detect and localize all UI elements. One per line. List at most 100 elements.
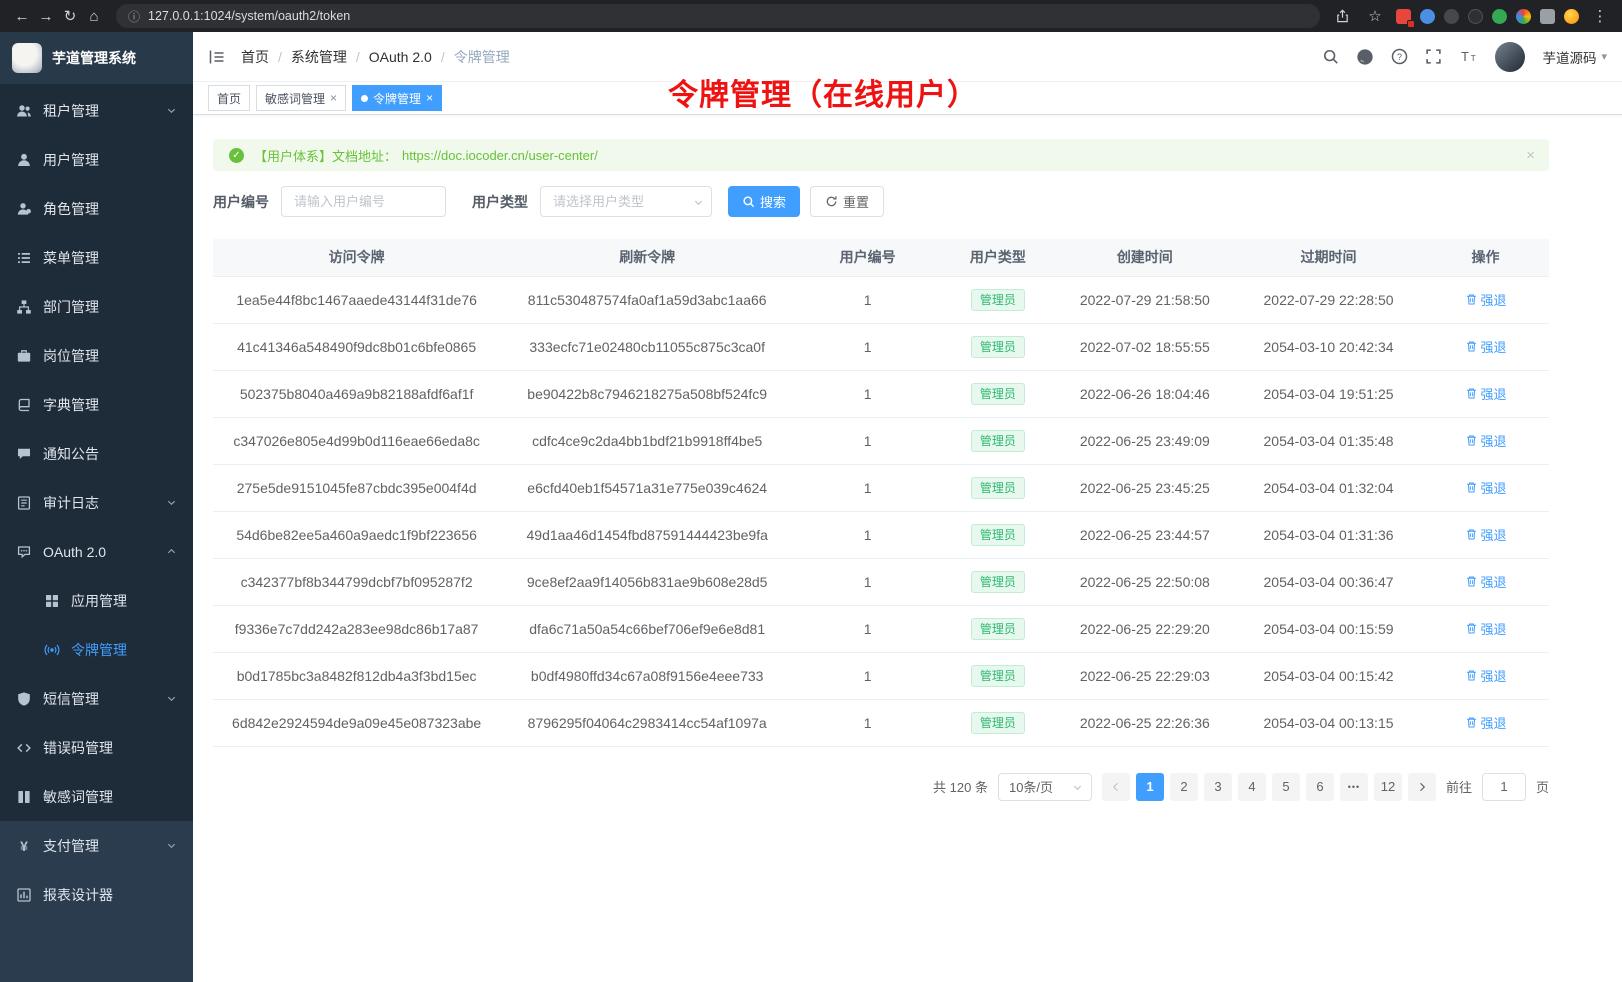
table-row: 275e5de9151045fe87cbdc395e004f4d e6cfd40… (213, 464, 1549, 511)
reset-button[interactable]: 重置 (810, 186, 884, 217)
force-logout-button[interactable]: 强退 (1465, 619, 1507, 638)
sidebar-item-report-designer[interactable]: 报表设计器 (0, 870, 193, 919)
page-content: ✓ 【用户体系】文档地址： https://doc.iocoder.cn/use… (193, 115, 1622, 982)
cell-created-time: 2022-06-25 23:45:25 (1055, 464, 1235, 511)
force-logout-button[interactable]: 强退 (1465, 713, 1507, 732)
page-button-3[interactable]: 3 (1204, 773, 1232, 801)
user-type-badge: 管理员 (971, 524, 1025, 546)
cell-expire-time: 2054-03-04 01:35:48 (1235, 417, 1422, 464)
font-size-icon[interactable]: TT (1459, 48, 1478, 65)
sidebar-item-sms[interactable]: 短信管理 (0, 674, 193, 723)
next-page-button[interactable] (1408, 773, 1436, 801)
sidebar-item-dictionary[interactable]: 字典管理 (0, 380, 193, 429)
cell-user-id: 1 (794, 417, 941, 464)
sidebar-item-sensitive-word[interactable]: 敏感词管理 (0, 772, 193, 821)
page-button-5[interactable]: 5 (1272, 773, 1300, 801)
tab-token-management[interactable]: 令牌管理 × (352, 85, 442, 111)
browser-menu-icon[interactable]: ⋮ (1588, 4, 1612, 28)
close-tab-icon[interactable]: × (426, 92, 433, 104)
sidebar-collapse-icon[interactable] (208, 48, 226, 66)
extension-green-icon[interactable] (1492, 9, 1507, 24)
cell-expire-time: 2054-03-04 01:31:36 (1235, 511, 1422, 558)
cell-created-time: 2022-06-25 22:26:36 (1055, 699, 1235, 746)
home-icon[interactable]: ⌂ (82, 4, 106, 28)
goto-page-input[interactable] (1482, 773, 1526, 801)
breadcrumb-oauth[interactable]: OAuth 2.0 (369, 49, 432, 65)
back-icon[interactable]: ← (10, 4, 34, 28)
breadcrumb-separator: / (356, 49, 360, 65)
browser-profile-avatar[interactable] (1564, 9, 1579, 24)
page-button-6[interactable]: 6 (1306, 773, 1334, 801)
breadcrumb-system[interactable]: 系统管理 (291, 47, 347, 67)
col-actions: 操作 (1422, 239, 1549, 276)
extensions-puzzle-icon[interactable] (1540, 9, 1555, 24)
cell-expire-time: 2054-03-04 00:36:47 (1235, 558, 1422, 605)
github-icon[interactable] (1356, 48, 1374, 66)
site-info-icon[interactable]: ⓘ (128, 8, 140, 25)
page-button-4[interactable]: 4 (1238, 773, 1266, 801)
goto-label: 前往 (1446, 777, 1472, 796)
breadcrumb-home[interactable]: 首页 (241, 47, 269, 67)
page-button-1[interactable]: 1 (1136, 773, 1164, 801)
fullscreen-icon[interactable] (1425, 48, 1442, 65)
extension-colorful-icon[interactable] (1516, 9, 1531, 24)
sidebar-item-audit-log[interactable]: 审计日志 (0, 478, 193, 527)
url-bar[interactable]: ⓘ 127.0.0.1:1024/system/oauth2/token (116, 4, 1320, 28)
user-type-select[interactable] (540, 186, 712, 217)
sidebar-item-post[interactable]: 岗位管理 (0, 331, 193, 380)
force-logout-button[interactable]: 强退 (1465, 384, 1507, 403)
app-logo[interactable]: 芋道管理系统 (0, 32, 193, 84)
sidebar-item-menu[interactable]: 菜单管理 (0, 233, 193, 282)
navbar-tools: ? TT 芋道源码 ▾ (1322, 42, 1607, 72)
user-avatar[interactable] (1495, 42, 1525, 72)
token-table: 访问令牌 刷新令牌 用户编号 用户类型 创建时间 过期时间 操作 1ea5 (213, 239, 1549, 747)
force-logout-button[interactable]: 强退 (1465, 572, 1507, 591)
sidebar-item-announcement[interactable]: 通知公告 (0, 429, 193, 478)
bookmark-star-icon[interactable]: ☆ (1363, 4, 1387, 28)
sidebar-item-tenant[interactable]: 租户管理 (0, 86, 193, 135)
doc-link[interactable]: https://doc.iocoder.cn/user-center/ (402, 148, 598, 163)
forward-icon[interactable]: → (34, 4, 58, 28)
force-logout-button[interactable]: 强退 (1465, 337, 1507, 356)
delete-icon (1465, 575, 1478, 588)
sidebar-item-error-code[interactable]: 错误码管理 (0, 723, 193, 772)
page-size-select[interactable]: 10条/页 (998, 773, 1092, 801)
sidebar-item-department[interactable]: 部门管理 (0, 282, 193, 331)
force-logout-button[interactable]: 强退 (1465, 666, 1507, 685)
cell-created-time: 2022-06-25 23:44:57 (1055, 511, 1235, 558)
cell-user-id: 1 (794, 652, 941, 699)
more-pages-button[interactable]: ••• (1340, 773, 1368, 801)
search-button[interactable]: 搜索 (728, 186, 800, 217)
sidebar-item-payment[interactable]: ¥ 支付管理 (0, 821, 193, 870)
extension-dark-icon[interactable] (1444, 9, 1459, 24)
tab-home[interactable]: 首页 (208, 85, 250, 111)
prev-page-button[interactable] (1102, 773, 1130, 801)
extension-red-icon[interactable] (1396, 9, 1411, 24)
sidebar-item-user[interactable]: 用户管理 (0, 135, 193, 184)
alert-close-icon[interactable]: × (1526, 147, 1535, 164)
help-icon[interactable]: ? (1391, 48, 1408, 65)
tab-sensitive-word[interactable]: 敏感词管理 × (256, 85, 346, 111)
sidebar-item-oauth-apps[interactable]: 应用管理 (0, 576, 193, 625)
force-logout-button[interactable]: 强退 (1465, 478, 1507, 497)
svg-text:T: T (1462, 50, 1470, 64)
cell-actions: 强退 (1422, 652, 1549, 699)
extension-dark2-icon[interactable] (1468, 9, 1483, 24)
force-logout-button[interactable]: 强退 (1465, 290, 1507, 309)
user-id-input[interactable] (281, 186, 446, 217)
page-button-12[interactable]: 12 (1374, 773, 1402, 801)
force-logout-button[interactable]: 强退 (1465, 431, 1507, 450)
reload-icon[interactable]: ↻ (58, 4, 82, 28)
extension-blue-icon[interactable] (1420, 9, 1435, 24)
sidebar-item-oauth-tokens[interactable]: 令牌管理 (0, 625, 193, 674)
search-icon[interactable] (1322, 48, 1339, 65)
user-type-select-input[interactable] (540, 186, 712, 217)
page-button-2[interactable]: 2 (1170, 773, 1198, 801)
user-menu[interactable]: 芋道源码 ▾ (1542, 47, 1607, 67)
sidebar-item-role[interactable]: 角色管理 (0, 184, 193, 233)
user-type-badge: 管理员 (971, 712, 1025, 734)
sidebar-item-oauth[interactable]: OAuth 2.0 (0, 527, 193, 576)
force-logout-button[interactable]: 强退 (1465, 525, 1507, 544)
share-icon[interactable] (1330, 4, 1354, 28)
close-tab-icon[interactable]: × (330, 92, 337, 104)
